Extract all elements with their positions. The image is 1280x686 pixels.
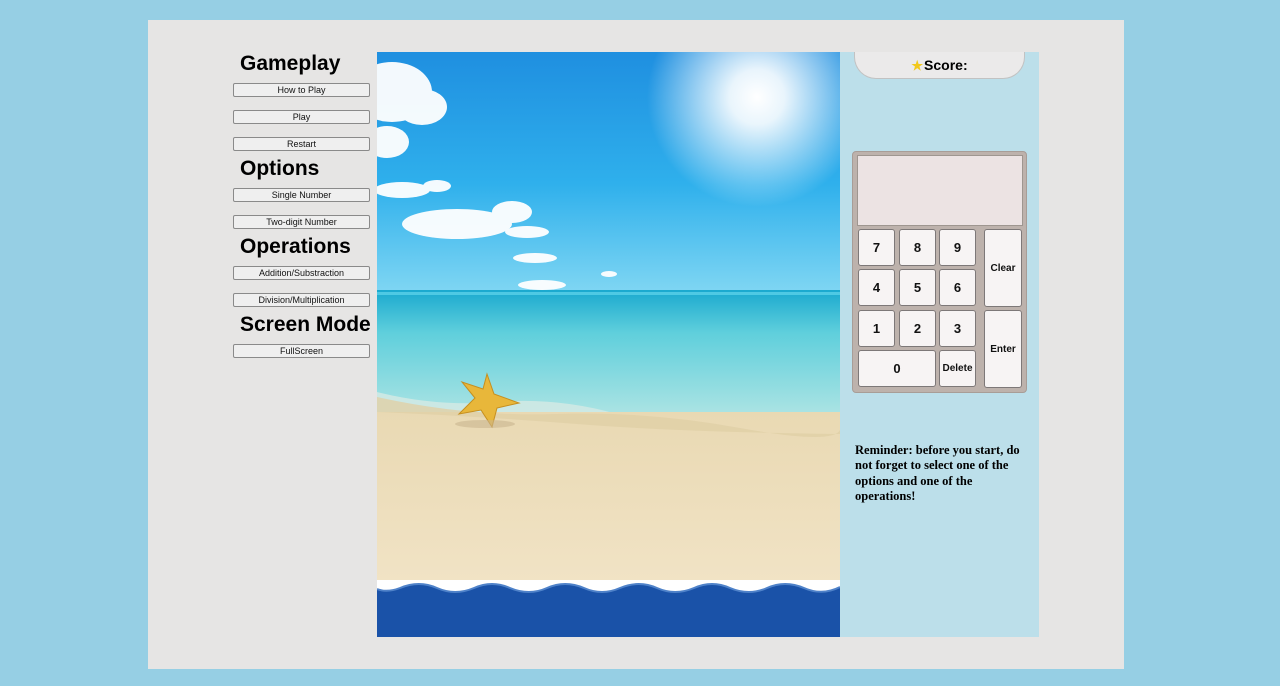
single-number-button[interactable]: Single Number (233, 188, 370, 202)
star-icon: ★ (911, 58, 924, 73)
score-label: Score: (924, 57, 968, 73)
key-8-button[interactable]: 8 (899, 229, 936, 266)
reminder-text: Reminder: before you start, do not forge… (855, 442, 1020, 504)
screen-mode-heading: Screen Mode (240, 313, 371, 336)
game-panel: Gameplay How to Play Play Restart Option… (148, 20, 1124, 669)
operations-heading: Operations (240, 235, 351, 258)
key-4-button[interactable]: 4 (858, 269, 895, 306)
key-3-button[interactable]: 3 (939, 310, 976, 347)
key-6-button[interactable]: 6 (939, 269, 976, 306)
answer-display (857, 155, 1023, 226)
key-1-button[interactable]: 1 (858, 310, 895, 347)
delete-button[interactable]: Delete (939, 350, 976, 387)
gameplay-heading: Gameplay (240, 52, 341, 75)
key-9-button[interactable]: 9 (939, 229, 976, 266)
key-0-button[interactable]: 0 (858, 350, 936, 387)
addition-subtraction-button[interactable]: Addition/Substraction (233, 266, 370, 280)
key-2-button[interactable]: 2 (899, 310, 936, 347)
score-tab: ★Score: (854, 52, 1025, 79)
options-heading: Options (240, 157, 320, 180)
beach-scene (377, 52, 840, 637)
division-multiplication-button[interactable]: Division/Multiplication (233, 293, 370, 307)
left-menu: Gameplay How to Play Play Restart Option… (148, 20, 377, 669)
how-to-play-button[interactable]: How to Play (233, 83, 370, 97)
beach-illustration (377, 52, 840, 637)
enter-button[interactable]: Enter (984, 310, 1022, 388)
fullscreen-button[interactable]: FullScreen (233, 344, 370, 358)
key-5-button[interactable]: 5 (899, 269, 936, 306)
key-7-button[interactable]: 7 (858, 229, 895, 266)
clear-button[interactable]: Clear (984, 229, 1022, 307)
two-digit-number-button[interactable]: Two-digit Number (233, 215, 370, 229)
calculator-keypad: 7 8 9 Clear 4 5 6 1 2 3 Enter 0 Delete (852, 151, 1027, 393)
game-column: ★Score: 7 8 9 Clear 4 5 6 1 2 3 Enter 0 … (840, 52, 1039, 637)
restart-button[interactable]: Restart (233, 137, 370, 151)
play-button[interactable]: Play (233, 110, 370, 124)
